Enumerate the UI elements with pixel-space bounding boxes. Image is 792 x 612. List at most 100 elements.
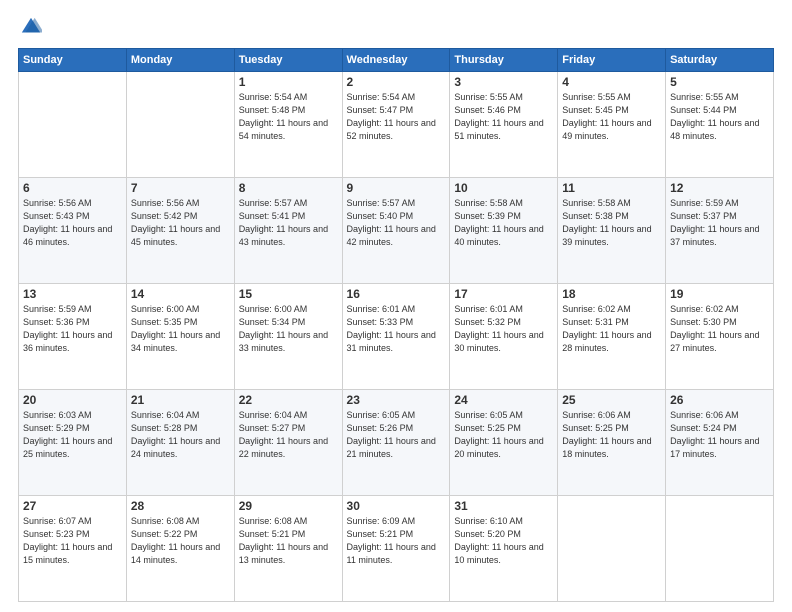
cell-content: Sunrise: 6:01 AM Sunset: 5:32 PM Dayligh… <box>454 303 553 355</box>
day-number: 30 <box>347 499 446 513</box>
day-number: 18 <box>562 287 661 301</box>
cell-content: Sunrise: 6:10 AM Sunset: 5:20 PM Dayligh… <box>454 515 553 567</box>
calendar-cell: 18 Sunrise: 6:02 AM Sunset: 5:31 PM Dayli… <box>558 284 666 390</box>
calendar-cell: 26 Sunrise: 6:06 AM Sunset: 5:24 PM Dayli… <box>666 390 774 496</box>
cell-content: Sunrise: 5:54 AM Sunset: 5:48 PM Dayligh… <box>239 91 338 143</box>
cell-content: Sunrise: 6:08 AM Sunset: 5:21 PM Dayligh… <box>239 515 338 567</box>
cell-content: Sunrise: 6:07 AM Sunset: 5:23 PM Dayligh… <box>23 515 122 567</box>
cell-content: Sunrise: 5:56 AM Sunset: 5:42 PM Dayligh… <box>131 197 230 249</box>
calendar-cell: 4 Sunrise: 5:55 AM Sunset: 5:45 PM Daylig… <box>558 72 666 178</box>
calendar-cell: 7 Sunrise: 5:56 AM Sunset: 5:42 PM Daylig… <box>126 178 234 284</box>
cell-content: Sunrise: 5:58 AM Sunset: 5:39 PM Dayligh… <box>454 197 553 249</box>
cell-content: Sunrise: 5:55 AM Sunset: 5:45 PM Dayligh… <box>562 91 661 143</box>
week-row-5: 27 Sunrise: 6:07 AM Sunset: 5:23 PM Dayli… <box>19 496 774 602</box>
calendar-cell: 2 Sunrise: 5:54 AM Sunset: 5:47 PM Daylig… <box>342 72 450 178</box>
day-number: 21 <box>131 393 230 407</box>
calendar-cell <box>126 72 234 178</box>
week-row-1: 1 Sunrise: 5:54 AM Sunset: 5:48 PM Daylig… <box>19 72 774 178</box>
cell-content: Sunrise: 6:04 AM Sunset: 5:28 PM Dayligh… <box>131 409 230 461</box>
day-number: 2 <box>347 75 446 89</box>
calendar-cell: 28 Sunrise: 6:08 AM Sunset: 5:22 PM Dayli… <box>126 496 234 602</box>
calendar-cell <box>666 496 774 602</box>
cell-content: Sunrise: 5:54 AM Sunset: 5:47 PM Dayligh… <box>347 91 446 143</box>
cell-content: Sunrise: 5:56 AM Sunset: 5:43 PM Dayligh… <box>23 197 122 249</box>
cell-content: Sunrise: 6:04 AM Sunset: 5:27 PM Dayligh… <box>239 409 338 461</box>
calendar-cell: 3Sunrise: 5:55 AM Sunset: 5:46 PM Daylig… <box>450 72 558 178</box>
day-number: 31 <box>454 499 553 513</box>
cell-content: Sunrise: 6:08 AM Sunset: 5:22 PM Dayligh… <box>131 515 230 567</box>
day-number: 8 <box>239 181 338 195</box>
day-number: 28 <box>131 499 230 513</box>
day-header-thursday: Thursday <box>450 49 558 72</box>
calendar-cell: 13 Sunrise: 5:59 AM Sunset: 5:36 PM Dayli… <box>19 284 127 390</box>
day-header-friday: Friday <box>558 49 666 72</box>
day-number: 16 <box>347 287 446 301</box>
calendar-cell: 8 Sunrise: 5:57 AM Sunset: 5:41 PM Daylig… <box>234 178 342 284</box>
cell-content: Sunrise: 6:05 AM Sunset: 5:25 PM Dayligh… <box>454 409 553 461</box>
day-header-wednesday: Wednesday <box>342 49 450 72</box>
calendar-cell: 10 Sunrise: 5:58 AM Sunset: 5:39 PM Dayli… <box>450 178 558 284</box>
cell-content: Sunrise: 6:00 AM Sunset: 5:35 PM Dayligh… <box>131 303 230 355</box>
cell-content: Sunrise: 5:55 AM Sunset: 5:44 PM Dayligh… <box>670 91 769 143</box>
header-row: SundayMondayTuesdayWednesdayThursdayFrid… <box>19 49 774 72</box>
cell-content: Sunrise: 5:57 AM Sunset: 5:41 PM Dayligh… <box>239 197 338 249</box>
calendar-cell: 14 Sunrise: 6:00 AM Sunset: 5:35 PM Dayli… <box>126 284 234 390</box>
cell-content: Sunrise: 6:06 AM Sunset: 5:24 PM Dayligh… <box>670 409 769 461</box>
logo <box>18 18 42 40</box>
day-number: 12 <box>670 181 769 195</box>
day-number: 22 <box>239 393 338 407</box>
day-number: 14 <box>131 287 230 301</box>
day-number: 11 <box>562 181 661 195</box>
cell-content: Sunrise: 5:58 AM Sunset: 5:38 PM Dayligh… <box>562 197 661 249</box>
calendar-header: SundayMondayTuesdayWednesdayThursdayFrid… <box>19 49 774 72</box>
calendar-cell: 12Sunrise: 5:59 AM Sunset: 5:37 PM Dayli… <box>666 178 774 284</box>
calendar-cell: 6Sunrise: 5:56 AM Sunset: 5:43 PM Daylig… <box>19 178 127 284</box>
logo-text <box>18 18 42 40</box>
day-number: 17 <box>454 287 553 301</box>
week-row-2: 6Sunrise: 5:56 AM Sunset: 5:43 PM Daylig… <box>19 178 774 284</box>
calendar-cell: 11 Sunrise: 5:58 AM Sunset: 5:38 PM Dayli… <box>558 178 666 284</box>
calendar-cell <box>19 72 127 178</box>
cell-content: Sunrise: 6:00 AM Sunset: 5:34 PM Dayligh… <box>239 303 338 355</box>
day-number: 26 <box>670 393 769 407</box>
calendar-cell: 23Sunrise: 6:05 AM Sunset: 5:26 PM Dayli… <box>342 390 450 496</box>
calendar-cell <box>558 496 666 602</box>
day-header-saturday: Saturday <box>666 49 774 72</box>
cell-content: Sunrise: 6:02 AM Sunset: 5:31 PM Dayligh… <box>562 303 661 355</box>
day-number: 4 <box>562 75 661 89</box>
day-header-monday: Monday <box>126 49 234 72</box>
calendar-cell: 17 Sunrise: 6:01 AM Sunset: 5:32 PM Dayli… <box>450 284 558 390</box>
calendar-cell: 19 Sunrise: 6:02 AM Sunset: 5:30 PM Dayli… <box>666 284 774 390</box>
day-header-tuesday: Tuesday <box>234 49 342 72</box>
day-number: 10 <box>454 181 553 195</box>
day-number: 13 <box>23 287 122 301</box>
day-number: 1 <box>239 75 338 89</box>
calendar-cell: 29Sunrise: 6:08 AM Sunset: 5:21 PM Dayli… <box>234 496 342 602</box>
cell-content: Sunrise: 5:59 AM Sunset: 5:36 PM Dayligh… <box>23 303 122 355</box>
calendar-cell: 9Sunrise: 5:57 AM Sunset: 5:40 PM Daylig… <box>342 178 450 284</box>
day-number: 5 <box>670 75 769 89</box>
week-row-3: 13 Sunrise: 5:59 AM Sunset: 5:36 PM Dayli… <box>19 284 774 390</box>
calendar-cell: 5 Sunrise: 5:55 AM Sunset: 5:44 PM Daylig… <box>666 72 774 178</box>
calendar-table: SundayMondayTuesdayWednesdayThursdayFrid… <box>18 48 774 602</box>
week-row-4: 20 Sunrise: 6:03 AM Sunset: 5:29 PM Dayli… <box>19 390 774 496</box>
calendar-cell: 22 Sunrise: 6:04 AM Sunset: 5:27 PM Dayli… <box>234 390 342 496</box>
day-number: 23 <box>347 393 446 407</box>
day-number: 15 <box>239 287 338 301</box>
calendar-cell: 27 Sunrise: 6:07 AM Sunset: 5:23 PM Dayli… <box>19 496 127 602</box>
calendar-body: 1 Sunrise: 5:54 AM Sunset: 5:48 PM Daylig… <box>19 72 774 602</box>
day-number: 25 <box>562 393 661 407</box>
day-number: 27 <box>23 499 122 513</box>
cell-content: Sunrise: 6:02 AM Sunset: 5:30 PM Dayligh… <box>670 303 769 355</box>
cell-content: Sunrise: 6:06 AM Sunset: 5:25 PM Dayligh… <box>562 409 661 461</box>
cell-content: Sunrise: 6:03 AM Sunset: 5:29 PM Dayligh… <box>23 409 122 461</box>
day-number: 19 <box>670 287 769 301</box>
day-number: 20 <box>23 393 122 407</box>
day-header-sunday: Sunday <box>19 49 127 72</box>
day-number: 3 <box>454 75 553 89</box>
calendar-cell: 25 Sunrise: 6:06 AM Sunset: 5:25 PM Dayli… <box>558 390 666 496</box>
calendar-cell: 16Sunrise: 6:01 AM Sunset: 5:33 PM Dayli… <box>342 284 450 390</box>
calendar-cell: 1 Sunrise: 5:54 AM Sunset: 5:48 PM Daylig… <box>234 72 342 178</box>
day-number: 24 <box>454 393 553 407</box>
day-number: 7 <box>131 181 230 195</box>
